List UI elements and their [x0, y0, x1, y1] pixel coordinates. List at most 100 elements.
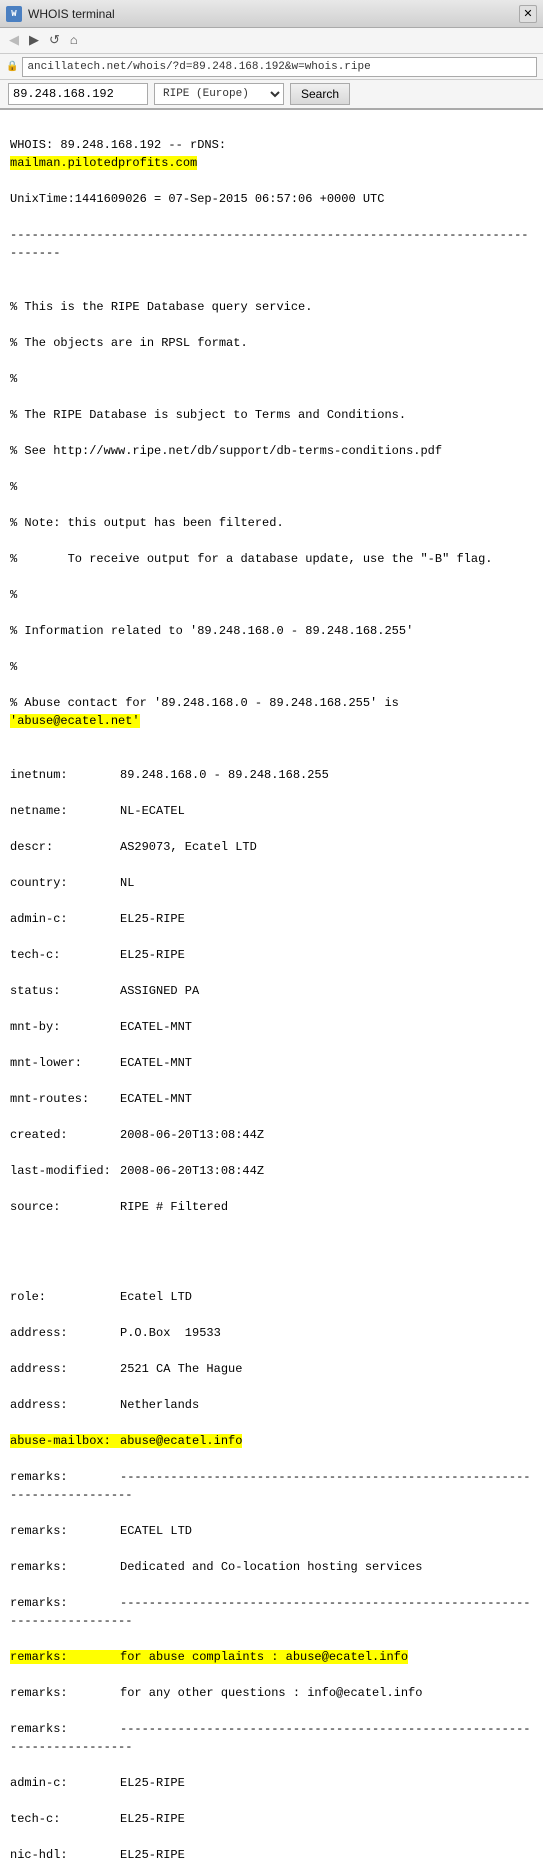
netname-label: netname: [10, 802, 120, 820]
address3-row: address:Netherlands [10, 1398, 199, 1412]
source-label: source: [10, 1198, 120, 1216]
descr-value: AS29073, Ecatel LTD [120, 840, 257, 854]
address1-label: address: [10, 1324, 120, 1342]
inetnum-row: inetnum:89.248.168.0 - 89.248.168.255 [10, 768, 329, 782]
address1-row: address:P.O.Box 19533 [10, 1326, 221, 1340]
remarks1-row: remarks:--------------------------------… [10, 1470, 530, 1502]
remarks3-row: remarks:Dedicated and Co-location hostin… [10, 1560, 422, 1574]
role-label: role: [10, 1288, 120, 1306]
remarks3-value: Dedicated and Co-location hosting servic… [120, 1560, 422, 1574]
remarks5-label: remarks: [10, 1648, 120, 1666]
comment-line-3: % [10, 372, 17, 386]
remarks7-label: remarks: [10, 1720, 120, 1738]
comment-line-9: % [10, 588, 17, 602]
address-input[interactable] [22, 57, 537, 77]
query-bar: RIPE (Europe) ARIN (Americas) APNIC (Asi… [0, 80, 543, 110]
whois-content: WHOIS: 89.248.168.192 -- rDNS: mailman.p… [0, 110, 543, 1870]
created-row: created:2008-06-20T13:08:44Z [10, 1128, 264, 1142]
mnt-by-label: mnt-by: [10, 1018, 120, 1036]
comment-line-5: % See http://www.ripe.net/db/support/db-… [10, 444, 442, 458]
comment-line-1: % This is the RIPE Database query servic… [10, 300, 312, 314]
status-label: status: [10, 982, 120, 1000]
country-row: country:NL [10, 876, 134, 890]
admin-c-value: EL25-RIPE [120, 912, 185, 926]
app-icon: W [6, 6, 22, 22]
comment-line-11: % [10, 660, 17, 674]
forward-button[interactable]: ▶ [26, 33, 42, 48]
page-icon: 🔒 [6, 61, 18, 73]
mnt-routes-label: mnt-routes: [10, 1090, 120, 1108]
nic-hdl-row: nic-hdl:EL25-RIPE [10, 1848, 185, 1862]
whois-header-prefix: WHOIS: 89.248.168.192 -- rDNS: [10, 138, 233, 152]
remarks6-row: remarks:for any other questions : info@e… [10, 1686, 422, 1700]
role-row: role:Ecatel LTD [10, 1290, 192, 1304]
tech-c-value: EL25-RIPE [120, 948, 185, 962]
address2-row: address:2521 CA The Hague [10, 1362, 242, 1376]
comment-line-8: % To receive output for a database updat… [10, 552, 492, 566]
country-label: country: [10, 874, 120, 892]
tech-c2-label: tech-c: [10, 1810, 120, 1828]
mnt-routes-value: ECATEL-MNT [120, 1092, 192, 1106]
admin-c-row: admin-c:EL25-RIPE [10, 912, 185, 926]
inetnum-value: 89.248.168.0 - 89.248.168.255 [120, 768, 329, 782]
ip-query-input[interactable] [8, 83, 148, 105]
home-button[interactable]: ⌂ [67, 33, 81, 48]
admin-c2-row: admin-c:EL25-RIPE [10, 1776, 185, 1790]
abuse-contact-prefix: % Abuse contact for '89.248.168.0 - 89.2… [10, 696, 406, 710]
status-value: ASSIGNED PA [120, 984, 199, 998]
mnt-lower-value: ECATEL-MNT [120, 1056, 192, 1070]
refresh-button[interactable]: ↺ [46, 33, 63, 48]
separator1: ----------------------------------------… [10, 228, 528, 260]
source-value: RIPE # Filtered [120, 1200, 228, 1214]
nav-bar: ◀ ▶ ↺ ⌂ [0, 28, 543, 54]
comment-line-4: % The RIPE Database is subject to Terms … [10, 408, 406, 422]
window-title: WHOIS terminal [28, 7, 513, 21]
tech-c-row: tech-c:EL25-RIPE [10, 948, 185, 962]
rdns-highlight: mailman.pilotedprofits.com [10, 156, 197, 170]
netname-row: netname:NL-ECATEL [10, 804, 185, 818]
address1-value: P.O.Box 19533 [120, 1326, 221, 1340]
address3-value: Netherlands [120, 1398, 199, 1412]
comment-line-2: % The objects are in RPSL format. [10, 336, 248, 350]
remarks2-value: ECATEL LTD [120, 1524, 192, 1538]
netname-value: NL-ECATEL [120, 804, 185, 818]
remarks4-label: remarks: [10, 1594, 120, 1612]
comment-line-6: % [10, 480, 17, 494]
abuse-mailbox-value: abuse@ecatel.info [120, 1434, 242, 1448]
comment-line-10: % Information related to '89.248.168.0 -… [10, 624, 413, 638]
remarks6-value: for any other questions : info@ecatel.in… [120, 1686, 422, 1700]
mnt-by-value: ECATEL-MNT [120, 1020, 192, 1034]
admin-c-label: admin-c: [10, 910, 120, 928]
tech-c2-value: EL25-RIPE [120, 1812, 185, 1826]
remarks2-label: remarks: [10, 1522, 120, 1540]
admin-c2-label: admin-c: [10, 1774, 120, 1792]
address2-label: address: [10, 1360, 120, 1378]
remarks5-row: remarks:for abuse complaints : abuse@eca… [10, 1650, 408, 1664]
abuse-contact-highlight: 'abuse@ecatel.net' [10, 714, 140, 728]
back-button[interactable]: ◀ [6, 33, 22, 48]
tech-c2-row: tech-c:EL25-RIPE [10, 1812, 185, 1826]
search-button[interactable]: Search [290, 83, 350, 105]
remarks3-label: remarks: [10, 1558, 120, 1576]
nic-hdl-value: EL25-RIPE [120, 1848, 185, 1862]
mnt-routes-row: mnt-routes:ECATEL-MNT [10, 1092, 192, 1106]
address2-value: 2521 CA The Hague [120, 1362, 242, 1376]
descr-label: descr: [10, 838, 120, 856]
created-value: 2008-06-20T13:08:44Z [120, 1128, 264, 1142]
last-modified-row: last-modified:2008-06-20T13:08:44Z [10, 1164, 264, 1178]
address-bar: 🔒 [0, 54, 543, 80]
country-value: NL [120, 876, 134, 890]
remarks4-row: remarks:--------------------------------… [10, 1596, 530, 1628]
mnt-lower-label: mnt-lower: [10, 1054, 120, 1072]
address3-label: address: [10, 1396, 120, 1414]
source-row: source:RIPE # Filtered [10, 1200, 228, 1214]
remarks5-value: for abuse complaints : abuse@ecatel.info [120, 1650, 408, 1664]
descr-row: descr:AS29073, Ecatel LTD [10, 840, 257, 854]
whois-server-select[interactable]: RIPE (Europe) ARIN (Americas) APNIC (Asi… [154, 83, 284, 105]
close-button[interactable]: ✕ [519, 5, 537, 23]
blank1 [10, 1254, 17, 1268]
mnt-by-row: mnt-by:ECATEL-MNT [10, 1020, 192, 1034]
created-label: created: [10, 1126, 120, 1144]
role-value: Ecatel LTD [120, 1290, 192, 1304]
comment-line-7: % Note: this output has been filtered. [10, 516, 284, 530]
